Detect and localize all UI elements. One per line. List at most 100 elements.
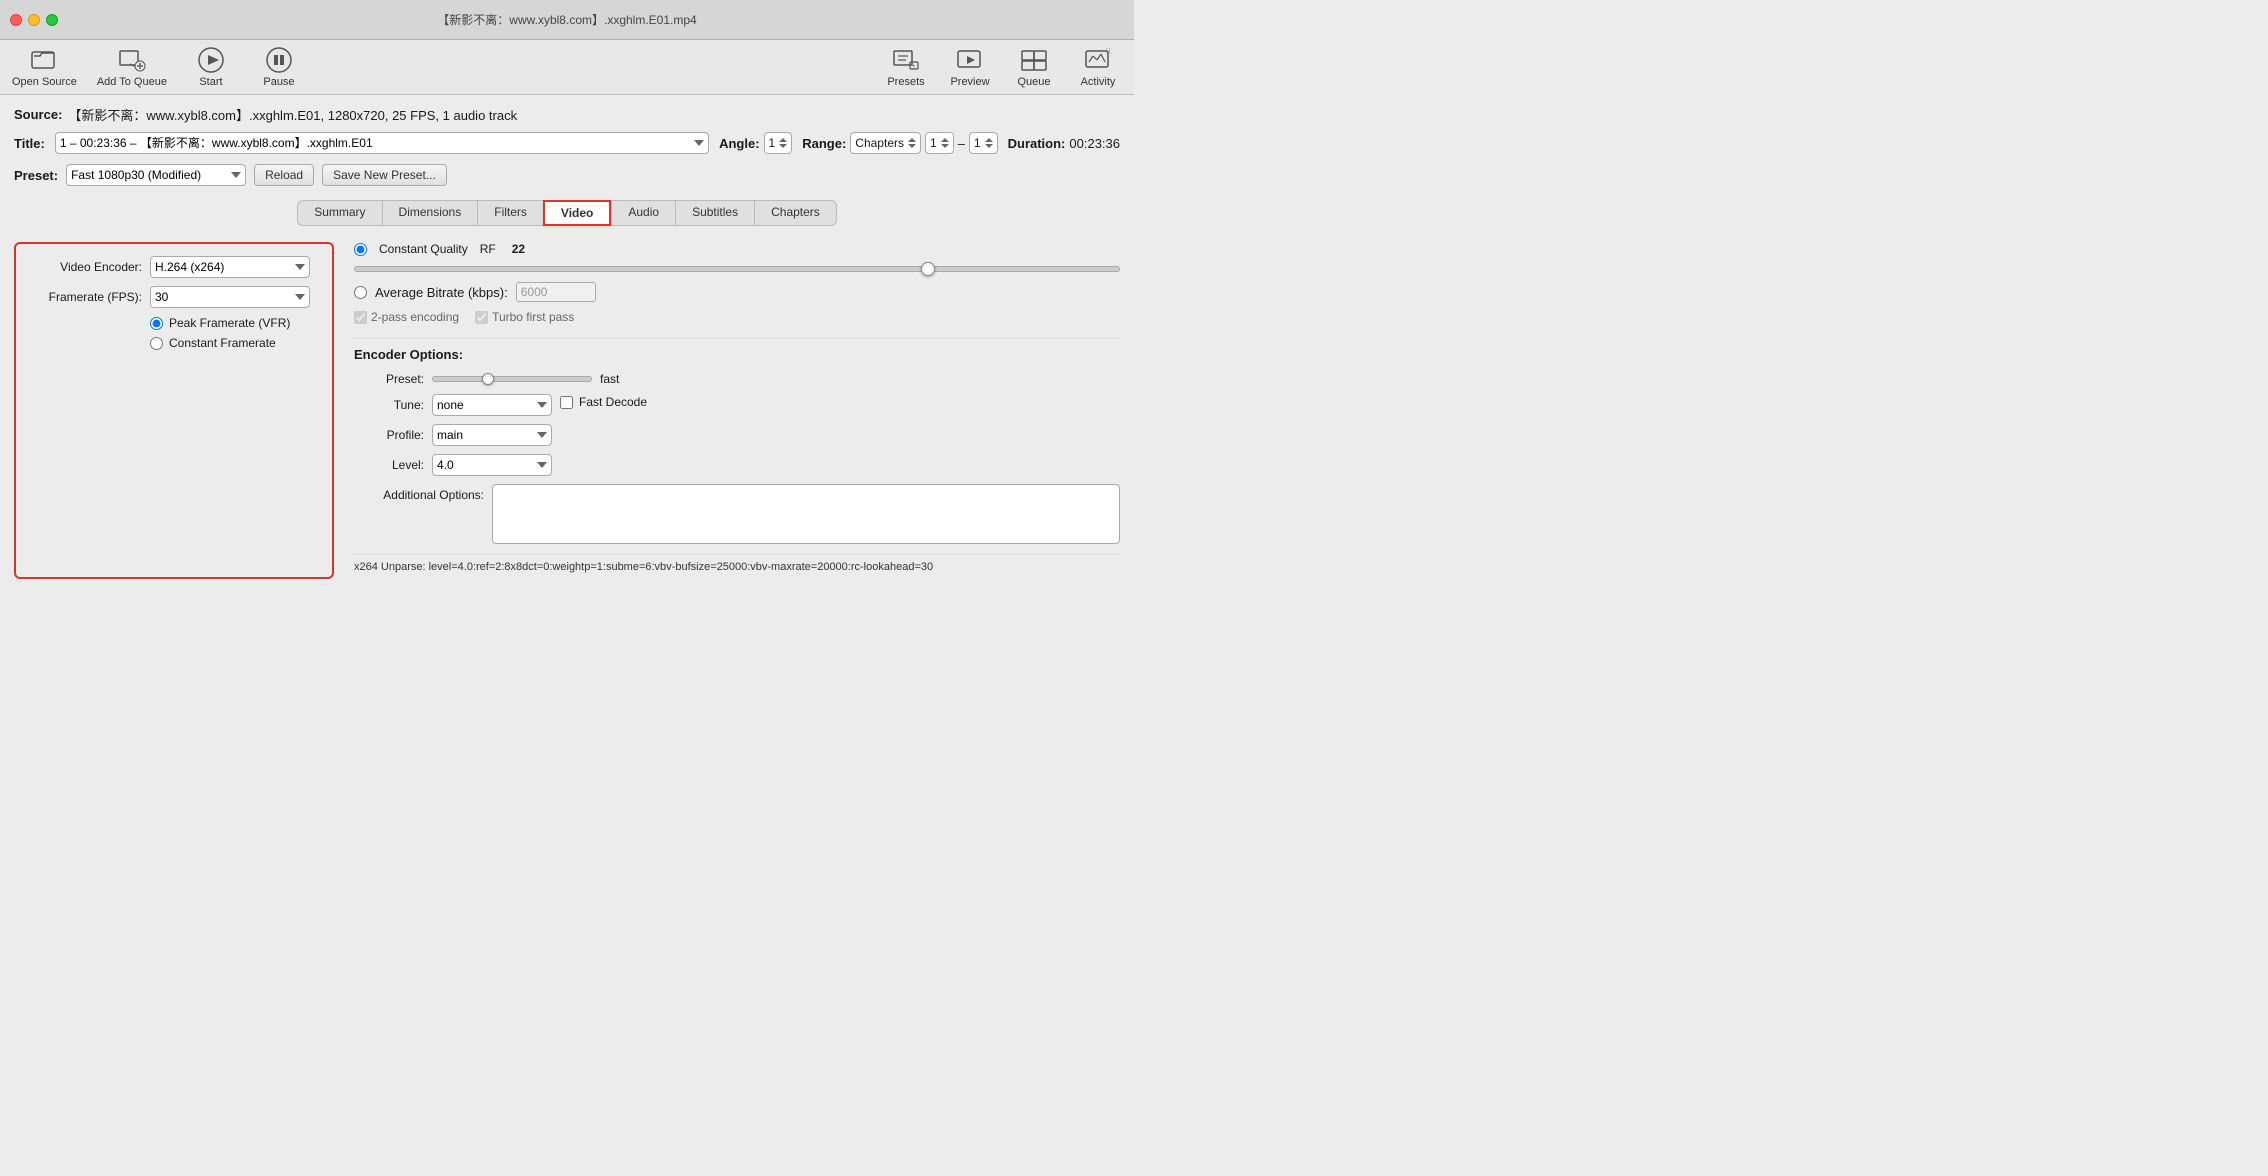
start-label: Start: [199, 76, 222, 88]
turbo-item[interactable]: Turbo first pass: [475, 310, 574, 324]
pause-icon: [265, 46, 293, 74]
additional-options-label: Additional Options:: [354, 484, 484, 502]
pause-button[interactable]: Pause: [255, 46, 303, 88]
open-source-icon: [30, 46, 58, 74]
quality-row: Constant Quality RF 22: [354, 242, 1120, 256]
pause-label: Pause: [263, 76, 294, 88]
window-title: 【新影不离：www.xybl8.com】.xxghlm.E01.mp4: [437, 11, 696, 28]
two-pass-checkbox[interactable]: [354, 311, 367, 324]
eo-preset-thumb[interactable]: [482, 373, 494, 385]
queue-icon: [1020, 46, 1048, 74]
range-to-spinner[interactable]: 1: [969, 132, 998, 154]
angle-label: Angle:: [719, 136, 759, 151]
level-row: Level: 4.0: [354, 454, 1120, 476]
save-new-preset-button[interactable]: Save New Preset...: [322, 164, 447, 186]
range-dash: –: [958, 136, 965, 151]
presets-button[interactable]: + Presets: [882, 46, 930, 88]
source-label: Source:: [14, 107, 62, 122]
framerate-select[interactable]: 30: [150, 286, 310, 308]
activity-icon: ⓘ: [1084, 46, 1112, 74]
encoding-options-row: 2-pass encoding Turbo first pass: [354, 310, 1120, 324]
encoder-options-label: Encoder Options:: [354, 347, 1120, 362]
maximize-button[interactable]: [46, 14, 58, 26]
turbo-label: Turbo first pass: [492, 310, 574, 324]
preset-select[interactable]: Fast 1080p30 (Modified): [66, 164, 246, 186]
peak-framerate-row[interactable]: Peak Framerate (VFR): [150, 316, 316, 330]
tab-filters[interactable]: Filters: [477, 200, 543, 226]
preset-row-label: Preset:: [14, 168, 58, 183]
range-type-spinner[interactable]: Chapters: [850, 132, 921, 154]
angle-group: Angle: 1: [719, 132, 792, 154]
quality-slider-track[interactable]: [354, 266, 1120, 272]
preview-label: Preview: [950, 76, 989, 88]
fast-decode-row: Fast Decode: [560, 395, 647, 409]
unparse-text: x264 Unparse: level=4.0:ref=2:8x8dct=0:w…: [354, 554, 1120, 579]
level-select[interactable]: 4.0: [432, 454, 552, 476]
activity-button[interactable]: ⓘ Activity: [1074, 46, 1122, 88]
title-row: Title: 1 – 00:23:36 – 【新影不离：www.xybl8.co…: [14, 132, 1120, 154]
constant-quality-radio[interactable]: [354, 243, 367, 256]
eo-preset-slider[interactable]: [432, 376, 592, 382]
toolbar-right: + Presets Preview: [882, 46, 1122, 88]
two-pass-item[interactable]: 2-pass encoding: [354, 310, 459, 324]
svg-text:ⓘ: ⓘ: [1106, 48, 1112, 55]
tab-audio[interactable]: Audio: [611, 200, 675, 226]
fast-decode-checkbox[interactable]: [560, 396, 573, 409]
duration-group: Duration: 00:23:36: [1008, 136, 1120, 151]
add-to-queue-button[interactable]: Add To Queue: [97, 46, 167, 88]
start-icon: [197, 46, 225, 74]
duration-value: 00:23:36: [1069, 136, 1120, 151]
range-from-spinner[interactable]: 1: [925, 132, 954, 154]
framerate-label: Framerate (FPS):: [32, 290, 142, 304]
tab-video[interactable]: Video: [543, 200, 611, 226]
add-to-queue-icon: [118, 46, 146, 74]
presets-icon: +: [892, 46, 920, 74]
reload-button[interactable]: Reload: [254, 164, 314, 186]
range-label: Range:: [802, 136, 846, 151]
title-select[interactable]: 1 – 00:23:36 – 【新影不离：www.xybl8.com】.xxgh…: [55, 132, 709, 154]
tab-summary[interactable]: Summary: [297, 200, 381, 226]
tab-dimensions[interactable]: Dimensions: [382, 200, 478, 226]
tune-select[interactable]: none: [432, 394, 552, 416]
profile-select[interactable]: main: [432, 424, 552, 446]
presets-label: Presets: [887, 76, 924, 88]
eo-preset-value: fast: [600, 372, 619, 386]
close-button[interactable]: [10, 14, 22, 26]
additional-options-input[interactable]: [492, 484, 1120, 544]
framerate-row: Framerate (FPS): 30: [32, 286, 316, 308]
framerate-radio-group: Peak Framerate (VFR) Constant Framerate: [150, 316, 316, 350]
eo-preset-label: Preset:: [354, 372, 424, 386]
constant-framerate-label: Constant Framerate: [169, 336, 276, 350]
tab-subtitles[interactable]: Subtitles: [675, 200, 754, 226]
bitrate-row: Average Bitrate (kbps):: [354, 282, 1120, 302]
queue-label: Queue: [1017, 76, 1050, 88]
start-button[interactable]: Start: [187, 46, 235, 88]
open-source-button[interactable]: Open Source: [12, 46, 77, 88]
bitrate-input[interactable]: [516, 282, 596, 302]
turbo-checkbox[interactable]: [475, 311, 488, 324]
preset-row: Preset: Fast 1080p30 (Modified) Reload S…: [14, 164, 1120, 186]
constant-framerate-radio[interactable]: [150, 337, 163, 350]
peak-framerate-label: Peak Framerate (VFR): [169, 316, 290, 330]
toolbar: Open Source Add To Queue Start: [0, 40, 1134, 95]
minimize-button[interactable]: [28, 14, 40, 26]
constant-framerate-row[interactable]: Constant Framerate: [150, 336, 316, 350]
average-bitrate-radio[interactable]: [354, 286, 367, 299]
window-controls: [0, 14, 58, 26]
add-to-queue-label: Add To Queue: [97, 76, 167, 88]
range-group: Range: Chapters 1 – 1: [802, 132, 997, 154]
preview-button[interactable]: Preview: [946, 46, 994, 88]
duration-label: Duration:: [1008, 136, 1066, 151]
activity-label: Activity: [1081, 76, 1116, 88]
tab-chapters[interactable]: Chapters: [754, 200, 837, 226]
peak-framerate-radio[interactable]: [150, 317, 163, 330]
fast-decode-label: Fast Decode: [579, 395, 647, 409]
eo-preset-row: Preset: fast: [354, 372, 1120, 386]
angle-spinner[interactable]: 1: [764, 132, 793, 154]
video-encoder-row: Video Encoder: H.264 (x264): [32, 256, 316, 278]
profile-row: Profile: main: [354, 424, 1120, 446]
queue-button[interactable]: Queue: [1010, 46, 1058, 88]
quality-slider-thumb[interactable]: [921, 262, 935, 276]
rf-label: RF: [480, 242, 496, 256]
video-encoder-select[interactable]: H.264 (x264): [150, 256, 310, 278]
